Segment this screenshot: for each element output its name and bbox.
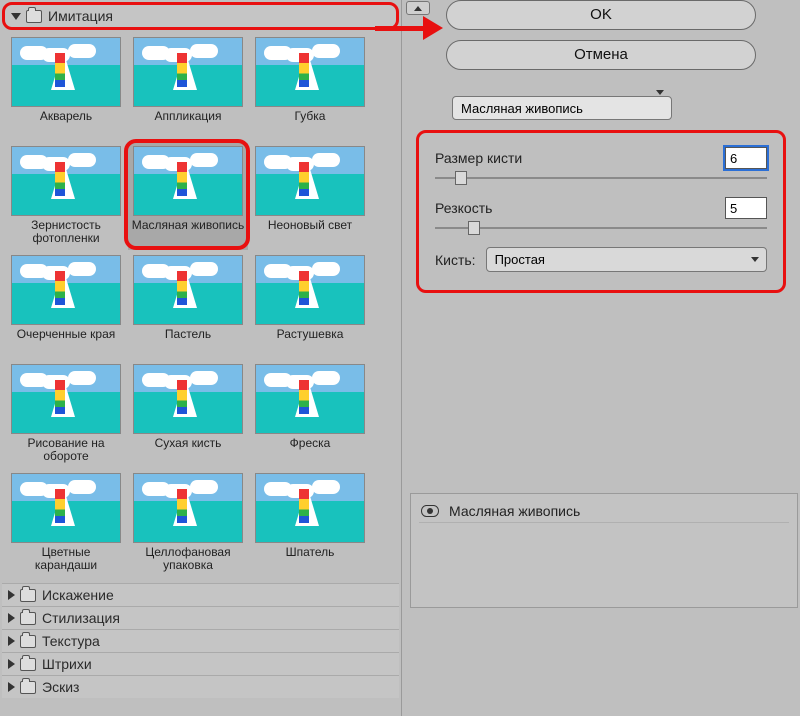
thumb-preview (255, 37, 365, 107)
thumb-preview (133, 146, 243, 216)
cancel-button[interactable]: Отмена (446, 40, 756, 70)
category-label: Эскиз (42, 679, 79, 695)
filter-thumbnails-grid: Акварель Аппликация Губка Зернистость фотоп… (2, 30, 399, 583)
filter-thumb[interactable]: Сухая кисть (128, 361, 248, 468)
thumb-preview (11, 37, 121, 107)
thumb-preview (255, 255, 365, 325)
chevron-right-icon (8, 613, 15, 623)
filter-thumb[interactable]: Растушевка (250, 252, 370, 359)
sharpness-label: Резкость (435, 200, 492, 216)
filter-thumb[interactable]: Неоновый свет (250, 143, 370, 250)
visibility-icon[interactable] (421, 505, 439, 517)
chevron-right-icon (8, 590, 15, 600)
category-label: Текстура (42, 633, 100, 649)
chevron-right-icon (8, 682, 15, 692)
filter-thumb[interactable]: Аппликация (128, 34, 248, 141)
filter-thumb[interactable]: Зернистость фотопленки (6, 143, 126, 250)
filter-thumb[interactable]: Рисование на обороте (6, 361, 126, 468)
chevron-right-icon (8, 636, 15, 646)
filter-thumb[interactable]: Акварель (6, 34, 126, 141)
brush-size-input[interactable] (725, 147, 767, 169)
thumb-label: Очерченные края (17, 328, 116, 356)
category-label: Штрихи (42, 656, 92, 672)
category-header[interactable]: Текстура (2, 629, 399, 652)
effect-layer-row[interactable]: Масляная живопись (419, 500, 789, 523)
ok-button[interactable]: OK (446, 0, 756, 30)
thumb-preview (133, 364, 243, 434)
thumb-preview (11, 255, 121, 325)
folder-icon (26, 10, 42, 23)
filter-dropdown[interactable]: Масляная живопись (452, 96, 672, 120)
thumb-label: Растушевка (277, 328, 344, 356)
thumb-label: Губка (295, 110, 326, 138)
effect-layers-panel: Масляная живопись (410, 493, 798, 608)
thumb-label: Неоновый свет (268, 219, 352, 247)
sharpness-slider[interactable] (435, 227, 767, 229)
thumb-label: Масляная живопись (132, 219, 245, 247)
category-header[interactable]: Искажение (2, 583, 399, 606)
chevron-right-icon (8, 659, 15, 669)
folder-icon (20, 589, 36, 602)
sharpness-input[interactable] (725, 197, 767, 219)
category-imitation-header[interactable]: Имитация (2, 2, 399, 30)
brush-type-dropdown[interactable]: Простая (486, 247, 767, 272)
category-header[interactable]: Эскиз (2, 675, 399, 698)
filter-settings-panel: OK Отмена Масляная живопись Размер кисти… (402, 0, 800, 716)
filter-thumb[interactable]: Масляная живопись (128, 143, 248, 250)
thumb-label: Шпатель (286, 546, 335, 574)
filter-thumb[interactable]: Цветные карандаши (6, 470, 126, 577)
category-label: Искажение (42, 587, 114, 603)
thumb-label: Рисование на обороте (9, 437, 123, 465)
thumb-preview (255, 146, 365, 216)
thumb-preview (133, 37, 243, 107)
filter-thumb[interactable]: Шпатель (250, 470, 370, 577)
thumb-label: Зернистость фотопленки (9, 219, 123, 247)
thumb-preview (133, 255, 243, 325)
filter-thumb[interactable]: Пастель (128, 252, 248, 359)
thumb-label: Фреска (290, 437, 331, 465)
category-header[interactable]: Стилизация (2, 606, 399, 629)
brush-type-label: Кисть: (435, 252, 476, 268)
thumb-label: Аппликация (155, 110, 222, 138)
thumb-label: Пастель (165, 328, 211, 356)
thumb-preview (11, 364, 121, 434)
brush-size-slider[interactable] (435, 177, 767, 179)
folder-icon (20, 658, 36, 671)
filter-params-group: Размер кисти Резкость Кисть: Простая (416, 130, 786, 293)
filter-gallery-panel: Имитация Акварель Аппликация Губка Зернисто… (0, 0, 402, 716)
filter-thumb[interactable]: Фреска (250, 361, 370, 468)
thumb-preview (255, 473, 365, 543)
filter-thumb[interactable]: Очерченные края (6, 252, 126, 359)
filter-thumb[interactable]: Целлофановая упаковка (128, 470, 248, 577)
thumb-preview (11, 473, 121, 543)
filter-thumb[interactable]: Губка (250, 34, 370, 141)
category-label: Имитация (48, 8, 113, 24)
category-header[interactable]: Штрихи (2, 652, 399, 675)
folder-icon (20, 681, 36, 694)
category-label: Стилизация (42, 610, 120, 626)
thumb-label: Цветные карандаши (9, 546, 123, 574)
brush-size-label: Размер кисти (435, 150, 522, 166)
chevron-up-icon (414, 6, 422, 11)
thumb-label: Акварель (40, 110, 92, 138)
thumb-preview (11, 146, 121, 216)
collapse-gallery-button[interactable] (406, 1, 430, 15)
thumb-label: Целлофановая упаковка (131, 546, 245, 574)
folder-icon (20, 635, 36, 648)
thumb-preview (133, 473, 243, 543)
folder-icon (20, 612, 36, 625)
thumb-label: Сухая кисть (155, 437, 222, 465)
thumb-preview (255, 364, 365, 434)
effect-layer-label: Масляная живопись (449, 503, 580, 519)
chevron-down-icon (11, 13, 21, 20)
